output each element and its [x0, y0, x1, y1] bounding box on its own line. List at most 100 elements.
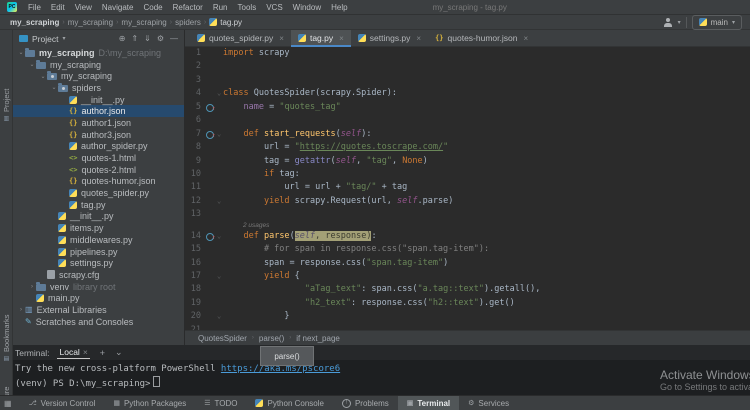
- tree-item-external-libraries[interactable]: ›▥External Libraries: [13, 304, 185, 316]
- chevron-expanded-icon[interactable]: ⌄: [17, 49, 25, 56]
- editor-tab-tag-py[interactable]: tag.py×: [291, 30, 351, 46]
- fold-marker-icon[interactable]: ⌄: [217, 310, 221, 323]
- tree-item-quotes-spider-py[interactable]: quotes_spider.py: [13, 187, 185, 199]
- tree-item-scratches-and-consoles[interactable]: ✎Scratches and Consoles: [13, 316, 185, 328]
- menu-edit[interactable]: Edit: [46, 3, 70, 12]
- tree-item-my-scraping[interactable]: ⌄my_scraping: [13, 70, 185, 82]
- close-icon[interactable]: ×: [279, 34, 284, 43]
- terminal-tab-local[interactable]: Local×: [57, 346, 89, 359]
- user-profile-icon[interactable]: [663, 18, 673, 27]
- status-item-terminal[interactable]: ▣Terminal: [398, 396, 459, 410]
- new-terminal-button[interactable]: +: [100, 348, 105, 358]
- terminal-label: Terminal:: [15, 348, 49, 358]
- fold-marker-icon[interactable]: ⌄: [217, 195, 221, 208]
- expand-all-icon[interactable]: ⇓: [144, 34, 151, 43]
- menu-file[interactable]: File: [23, 3, 46, 12]
- chevron-collapsed-icon[interactable]: ›: [28, 284, 36, 290]
- chevron-collapsed-icon[interactable]: ›: [17, 307, 25, 313]
- menu-view[interactable]: View: [70, 3, 97, 12]
- chevron-expanded-icon[interactable]: ⌄: [28, 61, 36, 68]
- status-item-label: Terminal: [417, 399, 450, 408]
- editor-tab-quotes-spider-py[interactable]: quotes_spider.py×: [190, 30, 291, 46]
- breadcrumb-item-tag-py[interactable]: tag.py: [207, 18, 244, 27]
- code-text: name = "quotes_tag": [223, 101, 341, 114]
- tree-item-middlewares-py[interactable]: middlewares.py: [13, 234, 185, 246]
- editor-breadcrumb-if-next-page[interactable]: if next_page: [293, 334, 343, 343]
- chevron-expanded-icon[interactable]: ⌄: [50, 84, 58, 91]
- tree-item-quotes-2-html[interactable]: <>quotes-2.html: [13, 164, 185, 176]
- menu-window[interactable]: Window: [288, 3, 326, 12]
- tree-item-pipelines-py[interactable]: pipelines.py: [13, 246, 185, 258]
- status-item-python-console[interactable]: Python Console: [246, 396, 332, 410]
- collapse-all-icon[interactable]: ⇑: [131, 34, 138, 43]
- close-icon[interactable]: ×: [416, 34, 421, 43]
- tool-stripe-project[interactable]: ▤ Project: [0, 58, 13, 122]
- override-gutter-icon[interactable]: [206, 104, 214, 112]
- code-line-3: 3: [185, 74, 750, 87]
- tree-item-my-scraping[interactable]: ⌄my_scrapingD:\my_scraping: [13, 47, 185, 59]
- tree-item-author3-json[interactable]: {}author3.json: [13, 129, 185, 141]
- tree-item-quotes-1-html[interactable]: <>quotes-1.html: [13, 152, 185, 164]
- status-item-services[interactable]: ⚙Services: [459, 396, 518, 410]
- breadcrumb-item-my-scraping[interactable]: my_scraping: [66, 18, 115, 27]
- project-tool-window-header[interactable]: Project ▾ ⊕⇑⇓⚙—: [13, 30, 184, 47]
- tree-item-items-py[interactable]: items.py: [13, 222, 185, 234]
- code-segment: "h2_text": [305, 298, 351, 308]
- menu-tools[interactable]: Tools: [233, 3, 262, 12]
- fold-marker-icon[interactable]: ⌄: [217, 270, 221, 283]
- menu-run[interactable]: Run: [208, 3, 233, 12]
- menu-help[interactable]: Help: [326, 3, 352, 12]
- fold-marker-icon[interactable]: ⌄: [217, 230, 221, 243]
- close-icon[interactable]: ×: [83, 347, 88, 357]
- editor-tab-settings-py[interactable]: settings.py×: [351, 30, 428, 46]
- tree-item-quotes-humor-json[interactable]: {}quotes-humor.json: [13, 176, 185, 188]
- override-gutter-icon[interactable]: [206, 233, 214, 241]
- terminal-message: Try the new cross-platform PowerShell: [15, 364, 221, 374]
- tree-item-spiders[interactable]: ⌄spiders: [13, 82, 185, 94]
- tree-item-author-json[interactable]: {}author.json: [13, 105, 185, 117]
- editor-tab-quotes-humor-json[interactable]: {}quotes-humor.json×: [428, 30, 535, 46]
- close-icon[interactable]: ×: [523, 34, 528, 43]
- status-item-todo[interactable]: ☰TODO: [195, 396, 246, 410]
- tree-item-scrapy-cfg[interactable]: scrapy.cfg: [13, 269, 185, 281]
- tree-item-init-py[interactable]: __init__.py: [13, 211, 185, 223]
- terminal-output[interactable]: Try the new cross-platform PowerShell ht…: [13, 360, 750, 391]
- tool-window-switcher-icon[interactable]: ▦: [4, 399, 12, 408]
- tree-item-label: middlewares.py: [70, 235, 133, 245]
- menu-refactor[interactable]: Refactor: [168, 3, 208, 12]
- tree-item-main-py[interactable]: main.py: [13, 292, 185, 304]
- hide-icon[interactable]: —: [170, 34, 178, 43]
- chevron-down-icon[interactable]: ⌄: [115, 347, 123, 358]
- chevron-down-icon[interactable]: ▾: [678, 19, 681, 26]
- tree-item-author-spider-py[interactable]: author_spider.py: [13, 141, 185, 153]
- breadcrumb-item-my-scraping[interactable]: my_scraping: [8, 18, 61, 27]
- tree-item-author1-json[interactable]: {}author1.json: [13, 117, 185, 129]
- fold-marker-icon[interactable]: ⌄: [217, 128, 221, 141]
- run-configuration-selector[interactable]: main ▾: [692, 15, 742, 30]
- close-icon[interactable]: ×: [339, 34, 344, 43]
- tree-item-venv[interactable]: ›venvlibrary root: [13, 281, 185, 293]
- usages-inlay-hint[interactable]: 2 usages: [185, 222, 750, 230]
- status-item-python-packages[interactable]: ▦Python Packages: [104, 396, 195, 410]
- override-gutter-icon[interactable]: [206, 131, 214, 139]
- menu-vcs[interactable]: VCS: [261, 3, 287, 12]
- status-item-problems[interactable]: !Problems: [333, 396, 398, 410]
- terminal-header: Terminal: Local× + ⌄: [13, 345, 750, 360]
- code-editor[interactable]: 1import scrapy234⌄class QuotesSpider(scr…: [185, 47, 750, 337]
- breadcrumb-item-my-scraping[interactable]: my_scraping: [119, 18, 168, 27]
- tree-item-tag-py[interactable]: tag.py: [13, 199, 185, 211]
- tree-item-my-scraping[interactable]: ⌄my_scraping: [13, 59, 185, 71]
- chevron-expanded-icon[interactable]: ⌄: [39, 73, 47, 80]
- tree-item-init-py[interactable]: __init__.py: [13, 94, 185, 106]
- fold-marker-icon[interactable]: ⌄: [217, 87, 221, 100]
- chevron-down-icon[interactable]: ▾: [62, 35, 65, 42]
- status-item-version-control[interactable]: ⎇Version Control: [20, 396, 105, 410]
- breadcrumb-item-spiders[interactable]: spiders: [173, 18, 203, 27]
- editor-breadcrumb-parse[interactable]: parse(): [256, 334, 287, 343]
- settings-icon[interactable]: ⚙: [157, 34, 164, 43]
- editor-breadcrumb-quotesspider[interactable]: QuotesSpider: [195, 334, 250, 343]
- locate-icon[interactable]: ⊕: [119, 34, 126, 43]
- tree-item-settings-py[interactable]: settings.py: [13, 257, 185, 269]
- menu-navigate[interactable]: Navigate: [97, 3, 139, 12]
- menu-code[interactable]: Code: [138, 3, 167, 12]
